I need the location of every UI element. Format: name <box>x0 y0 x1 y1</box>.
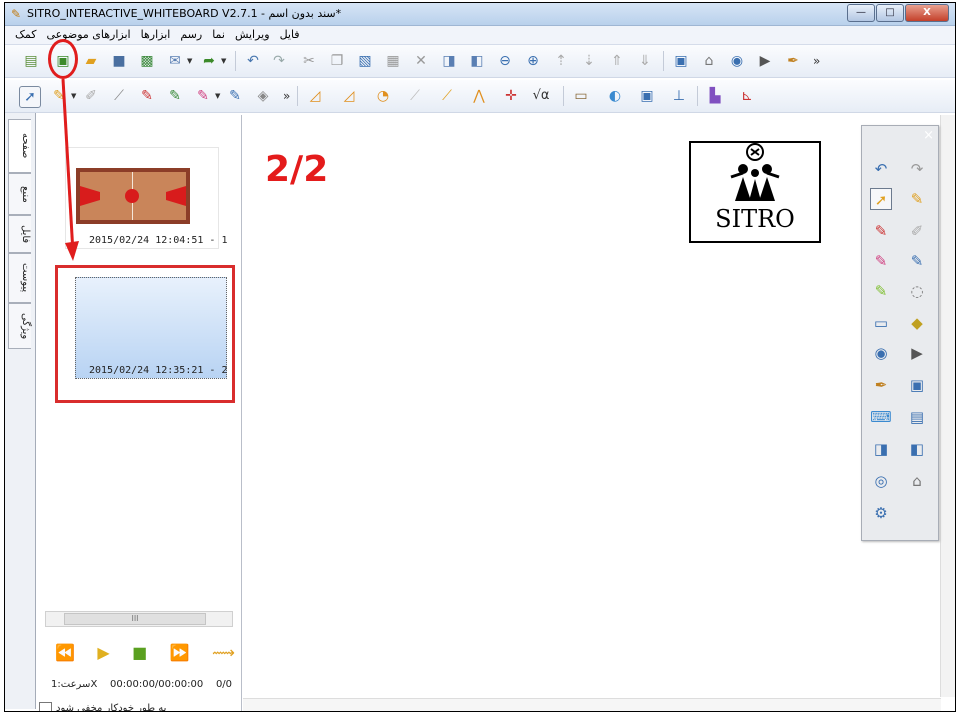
app-window: ✎ SITRO_INTERACTIVE_WHITEBOARD V2.7.1 - … <box>4 2 956 712</box>
float-mouse-icon[interactable]: ⌂ <box>906 470 928 492</box>
float-select-icon[interactable]: ➚ <box>870 188 892 210</box>
float-lasso-icon[interactable]: ◌ <box>906 280 928 302</box>
float-panel-close-button[interactable]: × <box>923 128 934 143</box>
float-marker-icon[interactable]: ✎ <box>870 250 892 272</box>
float-magic-pen-icon[interactable]: ✒ <box>870 374 892 396</box>
float-pencil-icon[interactable]: ✎ <box>906 250 928 272</box>
float-rectangle-icon[interactable]: ▭ <box>870 312 892 334</box>
float-brush-icon[interactable]: ✎ <box>870 220 892 242</box>
float-pen-icon[interactable]: ✎ <box>906 188 928 210</box>
float-settings-icon[interactable]: ⚙ <box>870 502 892 524</box>
float-camera-icon[interactable]: ◉ <box>870 342 892 364</box>
float-redo-icon[interactable]: ↷ <box>906 158 928 180</box>
annotation-arrow <box>61 78 79 261</box>
float-undo-icon[interactable]: ↶ <box>870 158 892 180</box>
float-screen-icon[interactable]: ▣ <box>906 374 928 396</box>
float-pages-icon[interactable]: ◧ <box>906 438 928 460</box>
float-highlighter-icon[interactable]: ✎ <box>870 280 892 302</box>
floating-tool-panel: × ↶ ↷ ➚ ✎ ✎ ✐ ✎ ✎ ✎ ◌ ▭ ◆ ◉ ▶ ✒ ▣ ⌨ ▤ ◨ … <box>861 125 939 541</box>
float-page-icon[interactable]: ◨ <box>870 438 892 460</box>
float-video-icon[interactable]: ▶ <box>906 342 928 364</box>
float-keyboard-icon[interactable]: ⌨ <box>870 406 892 428</box>
float-screen-tools-icon[interactable]: ▤ <box>906 406 928 428</box>
float-webcam-icon[interactable]: ◎ <box>870 470 892 492</box>
float-3d-shape-icon[interactable]: ◆ <box>906 312 928 334</box>
float-eraser-icon[interactable]: ✐ <box>906 220 928 242</box>
